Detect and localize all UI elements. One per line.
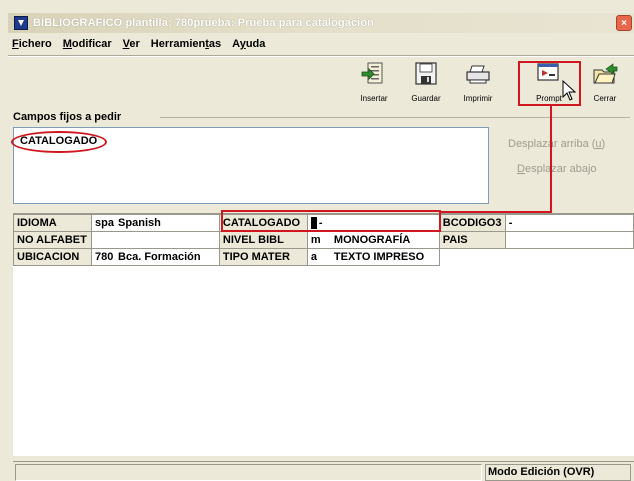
insertar-button[interactable]: Insertar (347, 59, 401, 105)
menu-fichero[interactable]: Fichero (12, 38, 52, 50)
print-icon (464, 60, 492, 88)
menu-modificar-post: odificar (71, 38, 112, 50)
menu-ayuda-pre: A (232, 38, 240, 50)
field-label: IDIOMA (13, 214, 92, 232)
menu-ver-post: er (129, 38, 140, 50)
empty-cell (505, 248, 634, 266)
move-down-post: esplazar abajo (524, 163, 597, 175)
menu-fichero-mnemonic: F (12, 38, 19, 50)
field-code: m (310, 234, 321, 246)
field-value[interactable]: spa Spanish (90, 214, 220, 232)
toolbar-separator (8, 55, 634, 57)
move-up-post: ) (601, 138, 606, 150)
field-value[interactable]: a TEXTO IMPRESO (306, 248, 440, 266)
status-message (15, 464, 482, 481)
status-bar: Modo Edición (OVR) (13, 461, 634, 481)
app-logo-icon (14, 16, 28, 30)
field-label: BCODIGO3 (438, 214, 506, 232)
menu-ver[interactable]: Ver (123, 38, 140, 50)
edit-mode-indicator: Modo Edición (OVR) (485, 464, 631, 481)
empty-cell (439, 248, 506, 266)
menu-bar: Fichero Modificar Ver Herramientas Ayuda (12, 35, 276, 53)
connector-line-horizontal (439, 211, 552, 213)
title-bar: BIBLIOGRAFICO plantilla: 780prueba: Prue… (8, 13, 634, 33)
app-window: BIBLIOGRAFICO plantilla: 780prueba: Prue… (0, 0, 634, 481)
field-value[interactable]: - (504, 214, 634, 232)
prompt-button-highlight (518, 61, 581, 106)
field-label: PAIS (438, 231, 506, 249)
menu-herramientas-pre: Herramien (150, 38, 206, 50)
group-divider (160, 117, 630, 118)
guardar-label: Guardar (411, 94, 441, 103)
guardar-button[interactable]: Guardar (399, 59, 453, 105)
field-value[interactable] (90, 231, 220, 249)
imprimir-label: Imprimir (463, 94, 493, 103)
table-row: UBICACION 780 Bca. Formación TIPO MATER … (13, 248, 634, 266)
window-title: BIBLIOGRAFICO plantilla: 780prueba: Prue… (33, 17, 374, 29)
menu-herramientas-post: as (208, 38, 222, 50)
field-label: TIPO MATER (218, 248, 308, 266)
menu-herramientas[interactable]: Herramientas (151, 38, 221, 50)
catalogado-field-highlight (221, 210, 441, 232)
save-icon (412, 60, 440, 88)
menu-modificar[interactable]: Modificar (63, 38, 112, 50)
field-text: Spanish (118, 217, 161, 229)
field-code: a (310, 251, 317, 263)
catalogado-list-highlight (11, 131, 107, 153)
field-label: NO ALFABET (13, 231, 92, 249)
move-down-mnemonic: D (517, 163, 525, 175)
menu-ayuda-post: uda (245, 38, 266, 50)
menu-ayuda[interactable]: Ayuda (232, 38, 265, 50)
field-code: 780 (94, 251, 114, 263)
connector-line-vertical (550, 105, 552, 213)
field-text: MONOGRAFÍA (333, 234, 411, 246)
table-row: NO ALFABET NIVEL BIBL m MONOGRAFÍA PAIS (13, 231, 634, 249)
field-code: spa (94, 217, 114, 229)
field-text: Bca. Formación (118, 251, 201, 263)
field-value[interactable] (504, 231, 634, 249)
cerrar-button[interactable]: Cerrar (578, 59, 632, 105)
fixed-fields-group-label: Campos fijos a pedir (13, 111, 125, 123)
field-text: TEXTO IMPRESO (333, 251, 425, 263)
imprimir-button[interactable]: Imprimir (451, 59, 505, 105)
insertar-label: Insertar (360, 94, 388, 103)
menu-modificar-mnemonic: M (62, 38, 72, 50)
move-up-button[interactable]: Desplazar arriba (u) (508, 138, 605, 150)
fixed-fields-grid: IDIOMA spa Spanish CATALOGADO - BCODIGO3… (13, 213, 634, 456)
field-label: UBICACION (13, 248, 92, 266)
menu-fichero-post: ichero (18, 38, 52, 50)
move-down-button[interactable]: Desplazar abajo (517, 163, 597, 175)
field-value[interactable]: m MONOGRAFÍA (306, 231, 440, 249)
insert-icon (360, 60, 388, 88)
close-folder-icon (591, 60, 619, 88)
cerrar-label: Cerrar (593, 94, 617, 103)
field-label: NIVEL BIBL (218, 231, 308, 249)
field-value[interactable]: 780 Bca. Formación (90, 248, 220, 266)
close-window-button[interactable]: × (616, 15, 632, 31)
